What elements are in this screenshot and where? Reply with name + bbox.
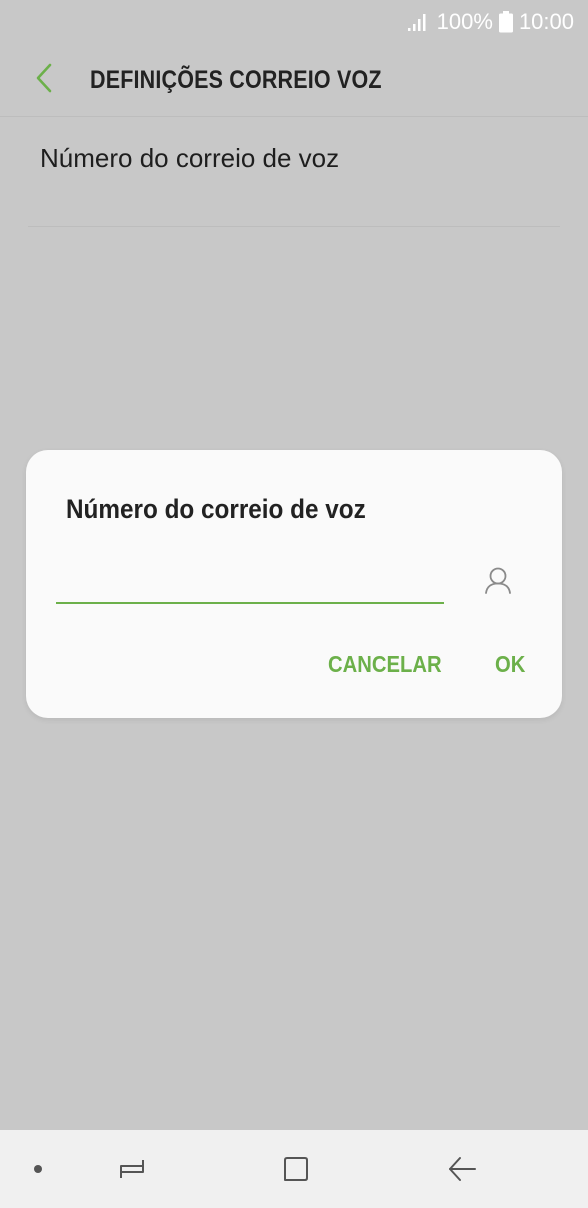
voicemail-number-input[interactable] xyxy=(56,556,444,604)
navigation-bar xyxy=(0,1130,588,1208)
status-bar: 100% 10:00 xyxy=(0,0,588,44)
signal-icon xyxy=(407,12,431,32)
home-icon[interactable] xyxy=(270,1149,322,1189)
back-arrow-icon[interactable] xyxy=(436,1149,488,1189)
contact-icon xyxy=(483,565,513,600)
back-button[interactable] xyxy=(8,44,80,116)
chevron-left-icon xyxy=(33,63,55,98)
contact-picker-button[interactable] xyxy=(474,558,522,606)
list-item-label: Número do correio de voz xyxy=(40,143,340,173)
list-item-voicemail-number[interactable]: Número do correio de voz xyxy=(0,117,588,227)
battery-icon xyxy=(498,11,513,33)
page-title: DEFINIÇÕES CORREIO VOZ xyxy=(90,65,382,94)
clock: 10:00 xyxy=(518,9,574,34)
recent-apps-icon[interactable] xyxy=(106,1149,158,1189)
app-header: DEFINIÇÕES CORREIO VOZ xyxy=(0,44,588,116)
list-divider xyxy=(28,226,560,227)
dialog-title: Número do correio de voz xyxy=(66,494,366,524)
battery-percent: 100% xyxy=(436,9,493,34)
ok-button[interactable]: OK xyxy=(495,648,525,680)
cancel-button[interactable]: CANCELAR xyxy=(328,648,442,680)
dot-icon xyxy=(28,1159,48,1179)
